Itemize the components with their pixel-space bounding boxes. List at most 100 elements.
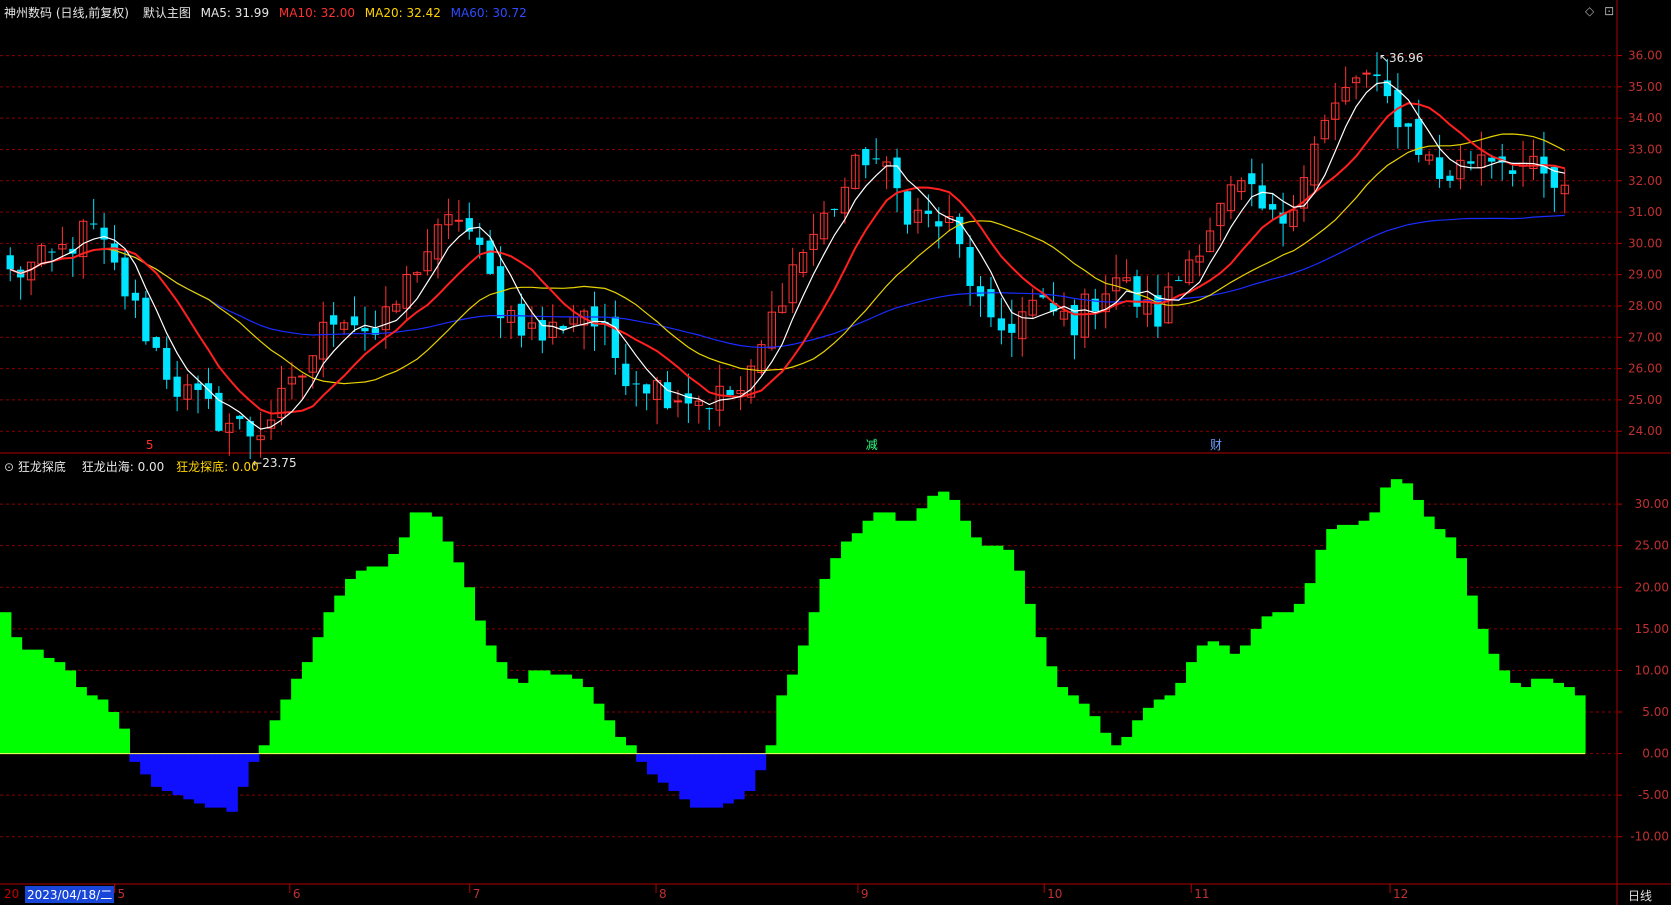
candle-down [194,383,202,390]
indicator-title[interactable]: 狂龙探底 [18,460,66,474]
collapse-arrow-icon[interactable]: ⊙ [4,460,14,474]
candle-down [1467,161,1475,164]
collapse-icon[interactable]: ⊡ [1604,4,1614,18]
template-label[interactable]: 默认主图 [143,6,191,20]
month-label: 9 [861,887,869,901]
osc-bar-positive [506,678,519,754]
osc-bar-positive [495,662,508,754]
high-price-label: ↖36.96 [1379,51,1423,65]
osc-bar-negative [215,753,228,808]
oscillator-series [0,479,1586,812]
candle-down [622,363,630,387]
osc-bar-positive [1067,695,1079,754]
osc-bar-positive [1024,603,1036,754]
price-annotations: ↖36.96←23.755 减财 [146,51,1424,470]
candle-down [465,218,473,232]
osc-bar-positive [1455,558,1467,754]
osc-bar-positive [1423,516,1435,754]
osc-bar-positive [1121,736,1133,754]
candle-down [1268,204,1277,210]
osc-bar-positive [1390,479,1403,754]
candle-down [1435,157,1444,179]
ma20-label: MA20: 32.42 [364,6,441,20]
osc-bar-positive [549,674,562,754]
osc-tick-label: 25.00 [1635,539,1669,553]
osc-bar-positive [1477,628,1489,754]
month-label: 12 [1393,887,1408,901]
osc-bar-positive [808,612,821,754]
chart-canvas: 24.00 25.00 26.00 27.00 28.00 29.00 30.00 31.00… [0,0,1671,905]
osc-bar-positive [269,720,281,754]
candle-down [976,286,985,297]
candle-down [1373,74,1381,77]
osc-bar-positive [797,645,810,754]
price-tick-label: 30.00 [1628,236,1662,250]
candle-up [1362,72,1371,75]
osc-bar-positive [1078,703,1090,754]
main-header: 神州数码 (日线,前复权) 默认主图 MA5: 31.99 MA10: 32.0… [4,4,527,21]
osc-bar-positive [593,703,605,754]
candle-down [632,383,640,385]
oscillator-axis: 30.00 25.00 20.00 15.00 10.00 5.00 0.00 -5.00 -1… [1617,497,1669,844]
month-label: 11 [1194,887,1209,901]
osc-bar-positive [291,678,303,754]
window-controls: ◇ ⊡ [1585,4,1614,18]
osc-bar-positive [991,545,1004,754]
osc-bar-negative [226,753,238,812]
osc-bar-positive [938,491,950,754]
osc-bar-negative [722,753,734,804]
osc-bar-positive [258,745,271,754]
osc-bar-negative [150,753,163,787]
osc-bar-positive [603,720,616,754]
event-marker: 减 [866,438,878,452]
osc-bar-positive [1412,499,1424,754]
osc-bar-positive [442,541,454,754]
candle-down [1175,280,1183,282]
price-tick-label: 36.00 [1628,49,1662,63]
osc-bar-positive [1002,549,1015,754]
osc-bar-positive [1315,549,1327,754]
osc-bar-positive [64,670,77,754]
stock-title[interactable]: 神州数码 (日线,前复权) [4,6,129,20]
osc-bar-negative [646,753,659,775]
period-label[interactable]: 日线 [1628,887,1652,904]
price-tick-label: 31.00 [1628,205,1662,219]
ma60-label: MA60: 30.72 [450,6,527,20]
candle-down [663,382,672,409]
osc-bar-negative [129,753,141,762]
osc-bar-positive [312,637,325,754]
osc-bar-positive [1487,653,1500,754]
osc-bar-positive [776,695,788,754]
osc-bar-positive [1563,687,1575,754]
osc-bar-positive [377,566,389,754]
price-tick-label: 33.00 [1628,142,1662,156]
osc-bar-positive [485,645,497,754]
osc-bar-positive [1164,695,1176,754]
osc-bar-positive [1304,583,1317,754]
event-marker: 5 [146,438,154,452]
candle-down [726,389,734,396]
osc-bar-positive [1401,483,1414,754]
osc-bar-positive [981,545,993,754]
osc-bar-positive [1196,645,1209,754]
osc-bar-positive [1250,628,1263,754]
candle-down [48,251,56,253]
candle-down [517,303,526,336]
osc-bar-positive [0,612,12,754]
osc-bar-negative [161,753,174,791]
diamond-icon[interactable]: ◇ [1585,4,1594,18]
candle-down [476,237,484,245]
osc-bar-positive [1369,512,1381,754]
osc-bar-positive [1132,720,1144,754]
ma20-line [9,133,1566,385]
price-tick-label: 28.00 [1628,299,1662,313]
ma5-label: MA5: 31.99 [200,6,270,20]
price-tick-label: 26.00 [1628,362,1662,376]
osc-bar-positive [539,670,551,754]
osc-bar-negative [140,753,152,775]
month-label: 7 [473,887,481,901]
candle-down [997,318,1006,331]
osc-bar-positive [873,512,885,754]
osc-bar-positive [452,562,465,754]
candle-down [350,316,359,326]
